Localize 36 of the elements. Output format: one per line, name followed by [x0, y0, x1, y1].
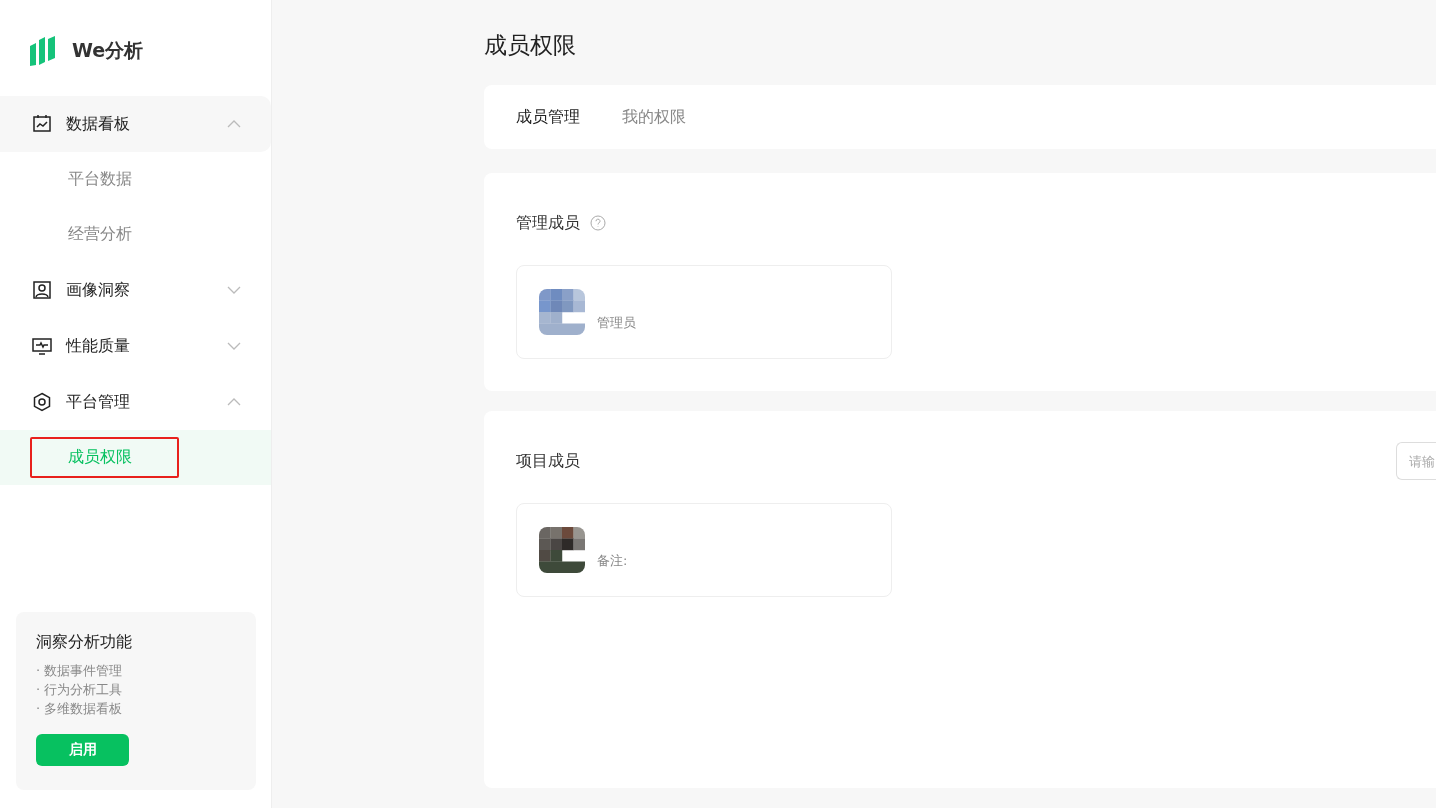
brand-name: We分析: [72, 38, 144, 63]
tab[interactable]: 成员管理: [516, 106, 580, 128]
menu-label: 性能质量: [66, 335, 131, 357]
submenu-label: 经营分析: [67, 223, 133, 245]
member-role: 管理员: [597, 314, 636, 332]
menu-group[interactable]: 数据看板: [0, 96, 271, 152]
menu-label: 画像洞察: [66, 279, 131, 301]
chart-icon: [32, 114, 52, 134]
submenu-label: 成员权限: [30, 437, 179, 478]
chevron-down-icon[interactable]: [227, 342, 241, 350]
help-icon[interactable]: [590, 215, 606, 231]
logo-icon: [29, 36, 56, 66]
menu-label: 数据看板: [66, 113, 131, 135]
chevron-down-icon[interactable]: [227, 286, 241, 294]
monitor-icon: [32, 336, 52, 356]
menu-label: 平台管理: [66, 391, 131, 413]
feature-item: · 数据事件管理: [36, 662, 124, 680]
promo-title: 洞察分析功能: [36, 632, 133, 653]
menu-group[interactable]: 平台管理: [0, 374, 271, 430]
submenu-label: 平台数据: [67, 168, 133, 190]
feature-item: · 多维数据看板: [36, 700, 124, 718]
feature-item: · 行为分析工具: [36, 681, 124, 699]
tab[interactable]: 我的权限: [622, 106, 686, 128]
submenu-item[interactable]: 平台数据: [0, 152, 271, 207]
settings-icon: [32, 392, 52, 412]
menu-group[interactable]: 画像洞察: [0, 262, 271, 318]
chevron-up-icon[interactable]: [227, 120, 241, 128]
chevron-up-icon[interactable]: [227, 398, 241, 406]
menu-group[interactable]: 性能质量: [0, 318, 271, 374]
submenu-item[interactable]: 经营分析: [0, 207, 271, 262]
portrait-icon: [32, 280, 52, 300]
member-note: 备注:: [597, 552, 628, 570]
section-title: 项目成员: [516, 450, 580, 472]
page-title: 成员权限: [484, 31, 577, 60]
search-field[interactable]: 请输: [1396, 442, 1436, 480]
section-title: 管理成员: [516, 212, 580, 234]
